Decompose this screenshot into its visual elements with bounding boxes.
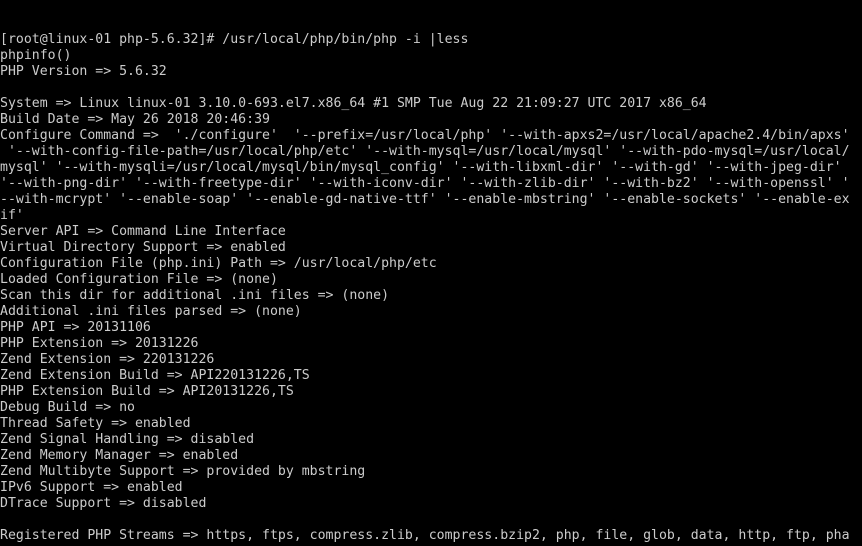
terminal-line: '--with-config-file-path=/usr/local/php/… bbox=[0, 144, 850, 159]
terminal-line: Loaded Configuration File => (none) bbox=[0, 272, 278, 287]
terminal-line: Thread Safety => enabled bbox=[0, 416, 191, 431]
terminal-line: '--with-png-dir' '--with-freetype-dir' '… bbox=[0, 176, 850, 191]
terminal-line: IPv6 Support => enabled bbox=[0, 480, 183, 495]
terminal-line: Additional .ini files parsed => (none) bbox=[0, 304, 302, 319]
terminal-line: Zend Memory Manager => enabled bbox=[0, 448, 239, 463]
terminal-line: PHP Extension Build => API20131226,TS bbox=[0, 384, 294, 399]
terminal-line: Zend Extension => 220131226 bbox=[0, 352, 215, 367]
terminal-line: Debug Build => no bbox=[0, 400, 135, 415]
terminal-screen[interactable]: [root@linux-01 php-5.6.32]# /usr/local/p… bbox=[0, 0, 862, 546]
terminal-line: PHP Version => 5.6.32 bbox=[0, 64, 167, 79]
terminal-line: Zend Extension Build => API220131226,TS bbox=[0, 368, 310, 383]
terminal-line: Zend Signal Handling => disabled bbox=[0, 432, 255, 447]
terminal-line: Configuration File (php.ini) Path => /us… bbox=[0, 256, 437, 271]
terminal-line: PHP API => 20131106 bbox=[0, 320, 151, 335]
terminal-line: Configure Command => './configure' '--pr… bbox=[0, 128, 850, 143]
terminal-line: Build Date => May 26 2018 20:46:39 bbox=[0, 112, 270, 127]
terminal-line: Server API => Command Line Interface bbox=[0, 224, 286, 239]
terminal-line: phpinfo() bbox=[0, 48, 72, 63]
terminal-line: mysql' '--with-mysqli=/usr/local/mysql/b… bbox=[0, 160, 850, 175]
terminal-line: Virtual Directory Support => enabled bbox=[0, 240, 286, 255]
terminal-line: System => Linux linux-01 3.10.0-693.el7.… bbox=[0, 96, 707, 111]
terminal-line: PHP Extension => 20131226 bbox=[0, 336, 199, 351]
terminal-line: Scan this dir for additional .ini files … bbox=[0, 288, 390, 303]
terminal-line: Registered PHP Streams => https, ftps, c… bbox=[0, 528, 850, 543]
terminal-output: [root@linux-01 php-5.6.32]# /usr/local/p… bbox=[0, 32, 862, 546]
terminal-line: DTrace Support => disabled bbox=[0, 496, 207, 511]
terminal-line: Zend Multibyte Support => provided by mb… bbox=[0, 464, 366, 479]
terminal-line: if' bbox=[0, 208, 24, 223]
terminal-line: --with-mcrypt' '--enable-soap' '--enable… bbox=[0, 192, 850, 207]
terminal-prompt-line: [root@linux-01 php-5.6.32]# /usr/local/p… bbox=[0, 32, 469, 47]
